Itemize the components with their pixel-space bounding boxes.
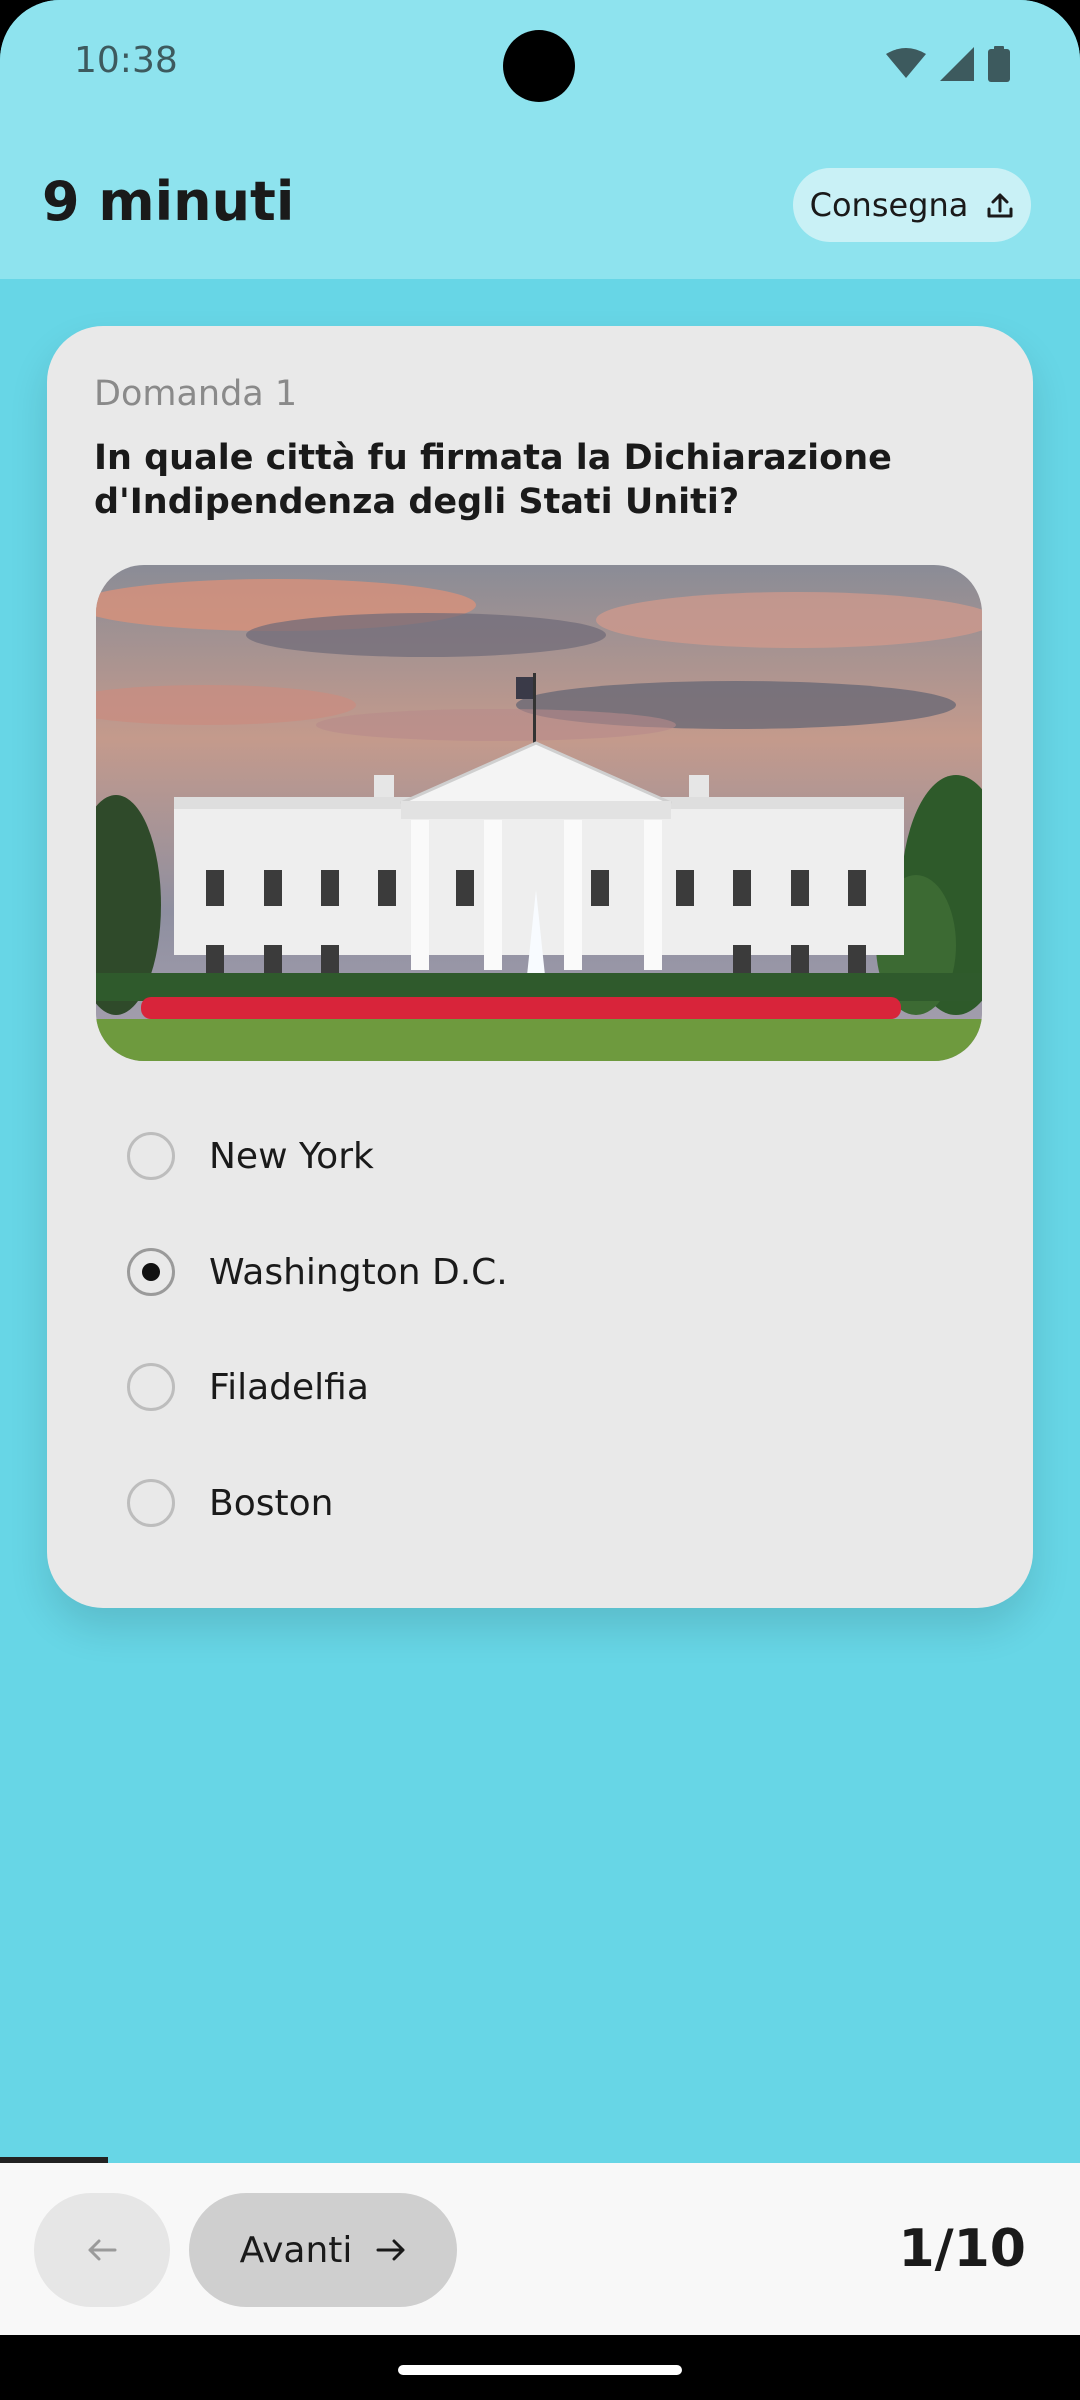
wifi-icon bbox=[886, 48, 926, 78]
option-washington[interactable]: Washington D.C. bbox=[127, 1232, 508, 1312]
question-number: Domanda 1 bbox=[94, 374, 298, 414]
bottom-navigation: Avanti 1/10 bbox=[0, 2163, 1080, 2335]
system-nav-bar bbox=[0, 2335, 1080, 2400]
quiz-screen: 10:38 9 minuti Consegna Domanda 1 In qua… bbox=[0, 0, 1080, 2400]
battery-icon bbox=[988, 46, 1010, 82]
submit-button[interactable]: Consegna bbox=[793, 168, 1031, 242]
radio-dot bbox=[142, 1263, 160, 1281]
option-boston[interactable]: Boston bbox=[127, 1463, 333, 1543]
option-label: New York bbox=[209, 1135, 374, 1177]
radio-button-selected[interactable] bbox=[127, 1248, 175, 1296]
next-button[interactable]: Avanti bbox=[189, 2193, 457, 2307]
timer-title: 9 minuti bbox=[42, 170, 295, 233]
upload-icon bbox=[987, 193, 1013, 218]
home-handle[interactable] bbox=[398, 2365, 682, 2375]
question-image bbox=[96, 565, 982, 1061]
question-text: In quale città fu firmata la Dichiarazio… bbox=[94, 438, 892, 522]
status-icons bbox=[886, 46, 1010, 82]
option-filadelfia[interactable]: Filadelfia bbox=[127, 1347, 369, 1427]
camera-cutout bbox=[503, 30, 575, 102]
top-bar: 10:38 9 minuti Consegna bbox=[0, 0, 1080, 279]
page-indicator: 1/10 bbox=[898, 2219, 1026, 2279]
option-label: Boston bbox=[209, 1482, 334, 1524]
previous-button[interactable] bbox=[34, 2193, 170, 2307]
radio-button[interactable] bbox=[127, 1363, 175, 1411]
question-card: Domanda 1 In quale città fu firmata la D… bbox=[47, 326, 1033, 1608]
signal-icon bbox=[940, 47, 974, 81]
next-button-label: Avanti bbox=[239, 2229, 353, 2271]
radio-button[interactable] bbox=[127, 1479, 175, 1527]
submit-button-label: Consegna bbox=[809, 186, 969, 224]
arrow-right-icon bbox=[376, 2239, 405, 2261]
radio-button[interactable] bbox=[127, 1132, 175, 1180]
option-label: Washington D.C. bbox=[209, 1251, 508, 1293]
option-new-york[interactable]: New York bbox=[127, 1116, 374, 1196]
option-label: Filadelfia bbox=[209, 1366, 369, 1408]
arrow-left-icon bbox=[88, 2239, 117, 2261]
status-time: 10:38 bbox=[74, 40, 178, 81]
